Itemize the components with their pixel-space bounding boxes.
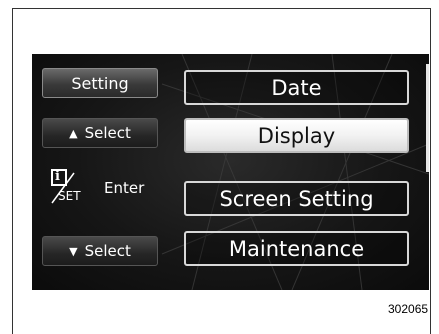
triangle-up-icon: ▲ xyxy=(69,126,78,140)
select-up-label: Select xyxy=(84,124,131,142)
menu-item-maintenance[interactable]: Maintenance xyxy=(184,231,409,266)
info-icon-letter: i xyxy=(55,169,60,184)
figure-reference: 302065 xyxy=(388,302,429,316)
select-down-hint: ▼ Select xyxy=(42,236,158,266)
menu-item-screen-setting[interactable]: Screen Setting xyxy=(184,181,409,216)
enter-label: Enter xyxy=(104,179,145,197)
info-set-icon: i SET xyxy=(46,169,90,205)
triangle-down-icon: ▼ xyxy=(69,244,78,258)
setting-title-label: Setting xyxy=(71,73,129,93)
select-up-hint: ▲ Select xyxy=(42,118,158,148)
menu-item-display[interactable]: Display xyxy=(184,118,409,153)
scrollbar[interactable] xyxy=(426,64,429,172)
menu-item-label: Maintenance xyxy=(228,236,365,261)
menu-item-label: Date xyxy=(271,75,322,100)
info-icon-sub: SET xyxy=(58,189,81,203)
menu-item-label: Screen Setting xyxy=(219,186,374,211)
menu-item-label: Display xyxy=(257,123,336,148)
display-screen: Setting ▲ Select i SET Enter ▼ Select Da… xyxy=(32,54,429,290)
setting-title: Setting xyxy=(42,68,158,98)
menu-item-date[interactable]: Date xyxy=(184,70,409,105)
select-down-label: Select xyxy=(84,242,131,260)
